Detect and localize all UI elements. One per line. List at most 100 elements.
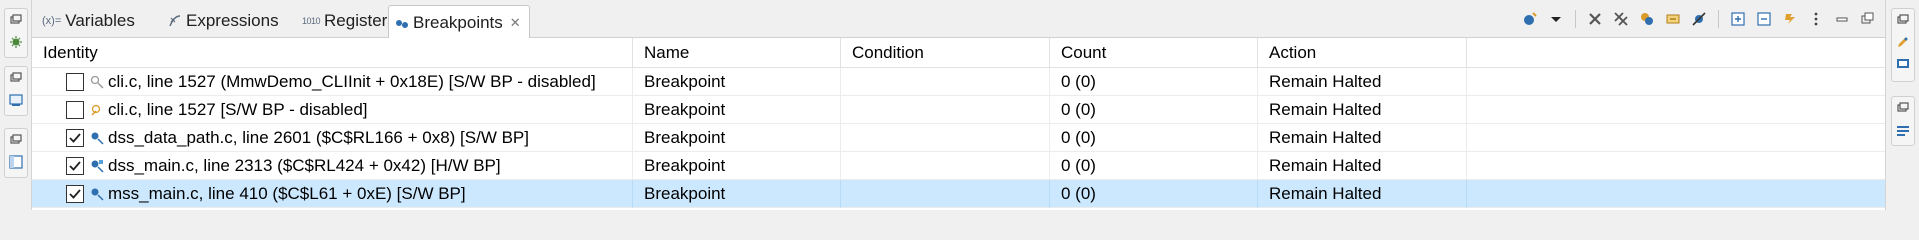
check-icon: [69, 133, 81, 143]
rocket-icon[interactable]: [1892, 31, 1914, 53]
enable-checkbox[interactable]: [66, 129, 84, 147]
breakpoints-view: (x)= Variables Expressions 1010 Register…: [32, 0, 1885, 210]
left-trim-group-1: [4, 8, 28, 58]
identity-cell: cli.c, line 1527 [S/W BP - disabled]: [32, 96, 633, 124]
identity-text: dss_data_path.c, line 2601 ($C$RL166 + 0…: [108, 128, 529, 147]
tab-breakpoints[interactable]: Breakpoints ✕: [388, 5, 530, 39]
link-icon[interactable]: [1662, 8, 1684, 30]
debug-icon[interactable]: [5, 31, 27, 53]
table-row[interactable]: dss_data_path.c, line 2601 ($C$RL166 + 0…: [32, 124, 1885, 152]
table-header: Identity Name Condition Count Action: [32, 38, 1885, 68]
identity-text: cli.c, line 1527 (MmwDemo_CLIInit + 0x18…: [108, 72, 596, 91]
condition-cell: [841, 96, 1050, 124]
maximize-icon[interactable]: [1857, 8, 1879, 30]
right-trim-group-1: [1891, 8, 1915, 82]
identity-text: dss_main.c, line 2313 ($C$RL424 + 0x42) …: [108, 156, 501, 175]
count-cell: 0 (0): [1050, 96, 1258, 124]
project-explorer-icon[interactable]: [5, 89, 27, 111]
name-cell: Breakpoint: [633, 152, 841, 180]
hardware-breakpoint-icon: [91, 160, 104, 173]
table-row[interactable]: mss_main.c, line 410 ($C$L61 + 0xE) [S/W…: [32, 180, 1885, 208]
outline-icon[interactable]: [5, 151, 27, 173]
view-toolbar: [1519, 6, 1879, 32]
action-cell: Remain Halted: [1258, 180, 1467, 208]
identity-cell: dss_data_path.c, line 2601 ($C$RL166 + 0…: [32, 124, 633, 152]
close-icon[interactable]: ✕: [510, 15, 521, 31]
right-trim-bar: [1885, 0, 1919, 210]
tab-label: Breakpoints: [413, 12, 503, 32]
breakpoint-disabled-icon: [90, 75, 104, 89]
identity-cell: dss_main.c, line 2313 ($C$RL424 + 0x42) …: [32, 152, 633, 180]
left-trim-group-2: [4, 66, 28, 116]
check-icon: [69, 161, 81, 171]
table-row[interactable]: cli.c, line 1527 (MmwDemo_CLIInit + 0x18…: [32, 68, 1885, 96]
tab-variables[interactable]: (x)= Variables: [36, 6, 143, 36]
condition-cell: [841, 180, 1050, 208]
console-icon[interactable]: [1892, 53, 1914, 75]
remove-icon[interactable]: [1584, 8, 1606, 30]
toolbar-separator: [1575, 10, 1576, 28]
breakpoints-table: Identity Name Condition Count Action cli…: [32, 38, 1885, 210]
action-cell: Remain Halted: [1258, 68, 1467, 96]
right-trim-group-2: [1891, 96, 1915, 146]
column-header-name[interactable]: Name: [633, 38, 841, 68]
collapse-all-icon[interactable]: [1753, 8, 1775, 30]
tab-expressions[interactable]: Expressions: [162, 6, 287, 36]
enable-checkbox[interactable]: [66, 101, 84, 119]
group-icon[interactable]: [1636, 8, 1658, 30]
table-row[interactable]: cli.c, line 1527 [S/W BP - disabled] Bre…: [32, 96, 1885, 124]
name-cell: Breakpoint: [633, 68, 841, 96]
count-cell: 0 (0): [1050, 124, 1258, 152]
check-icon: [69, 189, 81, 199]
enable-checkbox[interactable]: [66, 185, 84, 203]
minimize-icon[interactable]: [1831, 8, 1853, 30]
expressions-icon: [168, 14, 182, 28]
toolbar-separator: [1718, 10, 1719, 28]
view-menu-icon[interactable]: [1805, 8, 1827, 30]
name-cell: Breakpoint: [633, 96, 841, 124]
restore-icon[interactable]: [1892, 97, 1914, 119]
left-trim-bar: [0, 0, 32, 210]
count-cell: 0 (0): [1050, 152, 1258, 180]
restore-icon[interactable]: [5, 129, 27, 151]
tab-label: Expressions: [186, 11, 279, 30]
condition-cell: [841, 152, 1050, 180]
expand-all-icon[interactable]: [1727, 8, 1749, 30]
column-header-condition[interactable]: Condition: [841, 38, 1050, 68]
count-cell: 0 (0): [1050, 68, 1258, 96]
column-header-action[interactable]: Action: [1258, 38, 1467, 68]
breakpoint-icon: [91, 188, 104, 201]
restore-icon[interactable]: [5, 9, 27, 31]
name-cell: Breakpoint: [633, 180, 841, 208]
restore-icon[interactable]: [1892, 9, 1914, 31]
enable-checkbox[interactable]: [66, 157, 84, 175]
column-header-identity[interactable]: Identity: [32, 38, 633, 68]
action-cell: Remain Halted: [1258, 124, 1467, 152]
breakpoints-icon: [395, 16, 409, 30]
new-breakpoint-icon[interactable]: [1519, 8, 1541, 30]
identity-text: cli.c, line 1527 [S/W BP - disabled]: [108, 100, 368, 119]
variables-icon: (x)=: [42, 15, 62, 27]
dropdown-icon[interactable]: [1545, 8, 1567, 30]
action-cell: Remain Halted: [1258, 152, 1467, 180]
count-cell: 0 (0): [1050, 180, 1258, 208]
column-header-count[interactable]: Count: [1050, 38, 1258, 68]
remove-all-icon[interactable]: [1610, 8, 1632, 30]
registers-icon: 1010: [302, 16, 321, 26]
identity-cell: mss_main.c, line 410 ($C$L61 + 0xE) [S/W…: [32, 180, 633, 208]
left-trim-group-3: [4, 128, 28, 178]
tab-bar: (x)= Variables Expressions 1010 Register…: [32, 0, 1885, 39]
name-cell: Breakpoint: [633, 124, 841, 152]
link-with-editor-icon[interactable]: [1779, 8, 1801, 30]
restore-icon[interactable]: [5, 67, 27, 89]
enable-checkbox[interactable]: [66, 73, 84, 91]
table-row[interactable]: dss_main.c, line 2313 ($C$RL424 + 0x42) …: [32, 152, 1885, 180]
breakpoint-icon: [91, 132, 104, 145]
condition-cell: [841, 124, 1050, 152]
tab-label: Registers: [324, 11, 396, 30]
action-cell: Remain Halted: [1258, 96, 1467, 124]
identity-text: mss_main.c, line 410 ($C$L61 + 0xE) [S/W…: [108, 184, 466, 203]
breakpoint-disabled-icon: [91, 104, 101, 116]
memory-browser-icon[interactable]: [1892, 119, 1914, 141]
skip-all-icon[interactable]: [1688, 8, 1710, 30]
